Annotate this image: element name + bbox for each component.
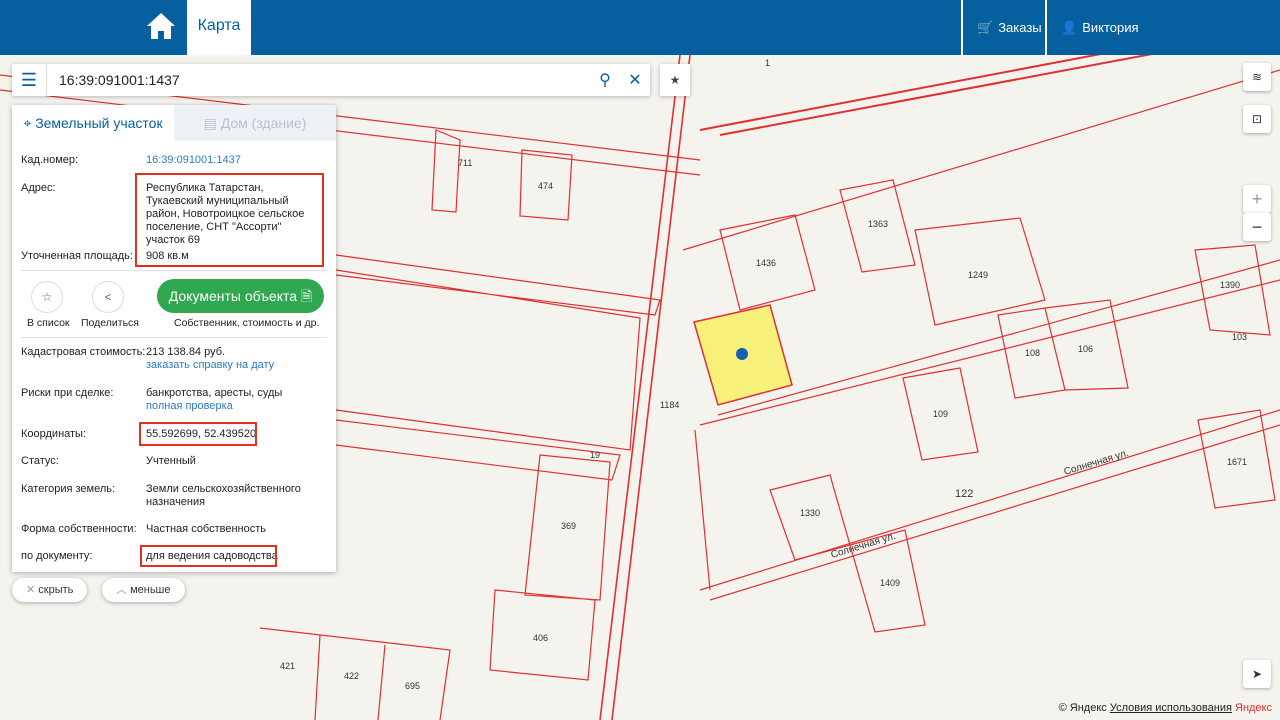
map-label: 422 <box>344 671 359 681</box>
map-label: 406 <box>533 633 548 643</box>
copyright: © Яндекс <box>1058 702 1107 714</box>
map-label: 1390 <box>1220 280 1240 290</box>
map-label: 711 <box>458 158 472 168</box>
search-input[interactable]: 16:39:091001:1437 <box>47 72 590 88</box>
user-icon: 👤 <box>1061 19 1078 35</box>
terms-link[interactable]: Условия использования <box>1110 702 1232 714</box>
chevron-up-icon: ︿ <box>116 584 131 596</box>
map-label: 1184 <box>660 400 679 410</box>
map-label: 1363 <box>868 219 888 229</box>
tab-label: Земельный участок <box>35 115 163 131</box>
share-icon[interactable]: < <box>92 281 124 313</box>
status-label: Статус: <box>21 455 59 467</box>
document-icon: 🗎 <box>300 288 313 304</box>
parcel-marker <box>736 348 748 360</box>
category-label: Категория земель: <box>21 483 116 495</box>
map-label: 106 <box>1078 344 1093 354</box>
risk-value: банкротства, аресты, суды <box>146 387 283 399</box>
user-button[interactable]: 👤 Виктория <box>1045 0 1280 55</box>
map-label: 122 <box>955 488 973 500</box>
map-label: 695 <box>405 681 420 691</box>
map-label: 19 <box>590 450 600 460</box>
map-label: 421 <box>280 661 295 671</box>
home-icon[interactable] <box>145 10 177 42</box>
map-label: 1249 <box>968 270 988 280</box>
layers-icon[interactable]: ≋ <box>1243 63 1271 91</box>
share-label[interactable]: Поделиться <box>81 317 139 329</box>
yandex-logo[interactable]: Яндекс <box>1235 702 1272 714</box>
top-bar: Карта 🛒 Заказы 👤 Виктория <box>0 0 1280 55</box>
map-label: 1409 <box>880 578 900 588</box>
pin-icon: ⌖ <box>23 115 36 131</box>
cad-label: Кад.номер: <box>21 154 79 166</box>
ruler-icon[interactable]: ⊡ <box>1243 105 1271 133</box>
map-label: 103 <box>1232 332 1247 342</box>
fav-label[interactable]: В список <box>27 317 70 329</box>
map-label: 109 <box>933 409 948 419</box>
order-certificate-link[interactable]: заказать справку на дату <box>146 359 274 371</box>
cad-value[interactable]: 16:39:091001:1437 <box>146 154 331 167</box>
close-icon: ✕ <box>26 584 39 596</box>
ownership-value: Частная собственность <box>146 523 267 535</box>
street-label: Солнечная ул. <box>1063 448 1130 478</box>
ownership-label: Форма собственности: <box>21 523 137 535</box>
tab-building[interactable]: ▤ Дом (здание) <box>174 105 336 141</box>
tab-map[interactable]: Карта <box>187 0 251 55</box>
full-check-link[interactable]: полная проверка <box>146 400 233 412</box>
building-icon: ▤ <box>203 115 221 131</box>
coord-label: Координаты: <box>21 428 87 440</box>
orders-button[interactable]: 🛒 Заказы <box>961 0 1045 55</box>
documents-button[interactable]: Документы объекта 🗎 <box>157 279 324 313</box>
geolocation-icon[interactable]: ➤ <box>1243 660 1271 688</box>
divider <box>21 270 327 271</box>
map-label: 474 <box>538 181 553 191</box>
divider <box>21 337 327 338</box>
area-label: Уточненная площадь: <box>21 250 133 262</box>
search-icon[interactable]: ⚲ <box>590 70 620 90</box>
map-footer: © Яндекс Условия использования Яндекс <box>1059 702 1272 714</box>
menu-icon[interactable]: ☰ <box>12 64 47 96</box>
map-label: 1330 <box>800 508 820 518</box>
less-label: меньше <box>130 584 171 596</box>
less-button[interactable]: ︿ меньше <box>102 578 185 602</box>
documents-subtitle: Собственник, стоимость и др. <box>174 317 320 329</box>
map-label: 1 <box>765 58 770 68</box>
highlight-box <box>139 422 257 446</box>
star-icon[interactable]: ★ <box>660 64 690 96</box>
status-value: Учтенный <box>146 455 196 467</box>
search-bar: ☰ 16:39:091001:1437 ⚲ ✕ <box>12 64 650 96</box>
parcel-info-panel: ⌖ Земельный участок ▤ Дом (здание) Кад.н… <box>12 105 336 572</box>
map-label: 369 <box>561 521 576 531</box>
cost-value: 213 138.84 руб. <box>146 346 226 358</box>
tab-label: Дом (здание) <box>220 115 307 131</box>
map-label: 1436 <box>756 258 776 268</box>
highlight-box <box>140 545 277 567</box>
zoom-out-button[interactable]: − <box>1243 213 1271 241</box>
risk-label: Риски при сделке: <box>21 387 114 399</box>
map-label: 1671 <box>1227 457 1247 467</box>
cart-icon: 🛒 <box>977 19 994 35</box>
clear-icon[interactable]: ✕ <box>620 70 650 90</box>
map-label: 108 <box>1025 348 1040 358</box>
star-outline-icon[interactable]: ☆ <box>31 281 63 313</box>
cost-label: Кадастровая стоимость: <box>21 346 146 358</box>
zoom-in-button[interactable]: + <box>1243 185 1271 213</box>
user-label: Виктория <box>1082 20 1139 35</box>
highlight-box <box>135 173 324 267</box>
addr-label: Адрес: <box>21 182 56 194</box>
orders-label: Заказы <box>998 20 1042 35</box>
hide-label: скрыть <box>38 584 74 596</box>
documents-label: Документы объекта <box>168 288 298 304</box>
tab-land-plot[interactable]: ⌖ Земельный участок <box>12 105 174 141</box>
doc-use-label: по документу: <box>21 550 93 562</box>
category-value: Земли сельскохозяйственного назначения <box>146 483 301 508</box>
hide-button[interactable]: ✕ скрыть <box>12 578 88 602</box>
